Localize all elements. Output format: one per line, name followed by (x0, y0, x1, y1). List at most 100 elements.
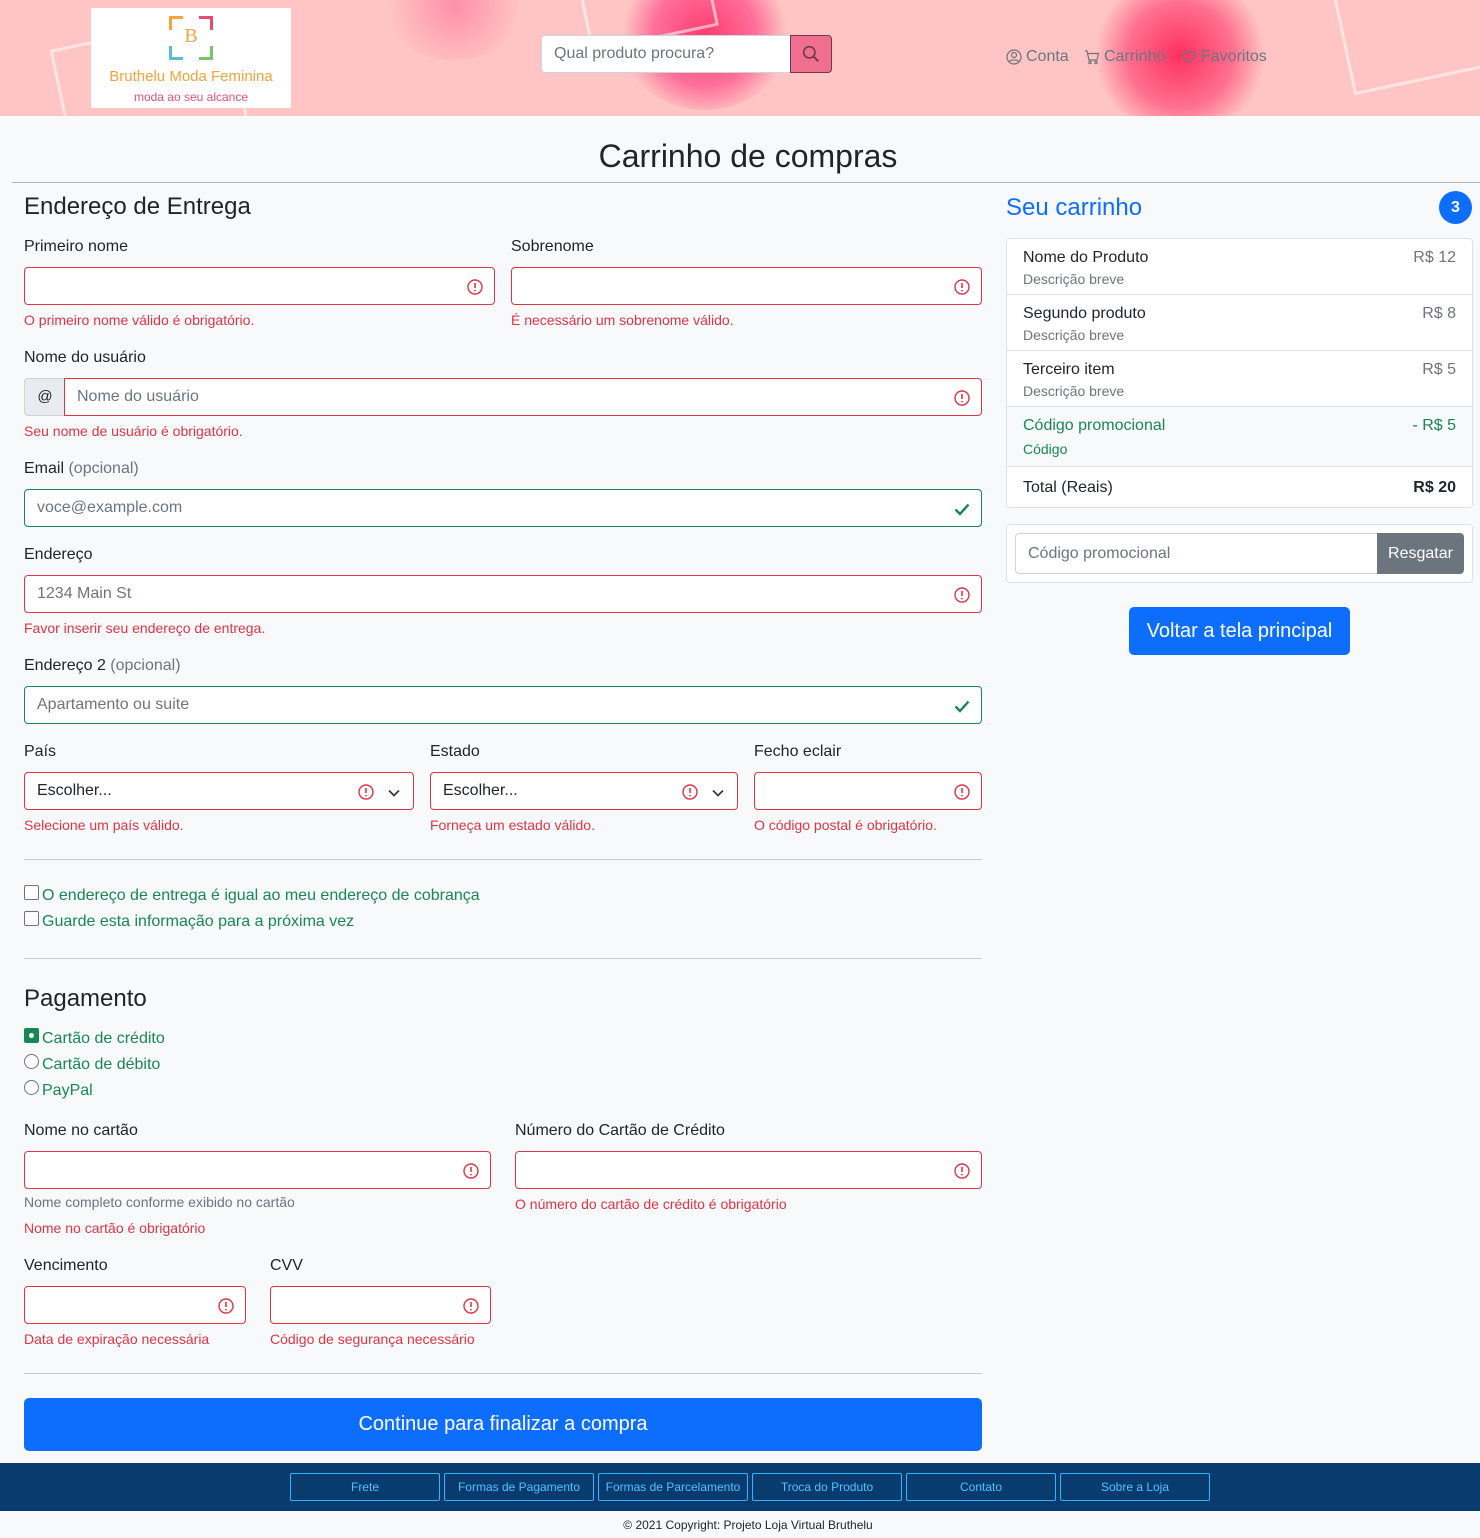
footer: Frete Formas de Pagamento Formas de Parc… (0, 1463, 1480, 1511)
card-number-label: Número do Cartão de Crédito (515, 1122, 725, 1139)
cart-item-price: R$ 12 (1413, 249, 1456, 266)
error-icon (682, 784, 698, 800)
footer-link-payment[interactable]: Formas de Pagamento (444, 1473, 594, 1501)
address-error: Favor inserir seu endereço de entrega. (24, 620, 266, 636)
footer-link-shipping[interactable]: Frete (290, 1473, 440, 1501)
error-icon (954, 390, 970, 406)
radio-button[interactable] (24, 1080, 39, 1095)
redeem-button[interactable]: Resgatar (1377, 533, 1464, 574)
back-home-button[interactable]: Voltar a tela principal (1129, 607, 1350, 655)
card-number-error: O número do cartão de crédito é obrigató… (515, 1196, 787, 1212)
first-name-field[interactable] (24, 267, 495, 305)
username-label: Nome do usuário (24, 349, 146, 366)
first-name-error: O primeiro nome válido é obrigatório. (24, 312, 255, 328)
header-frame-decoration (1329, 0, 1480, 96)
promo-code-input[interactable] (1015, 533, 1378, 574)
cart-list: Nome do Produto Descrição breve R$ 12 Se… (1006, 238, 1473, 508)
address2-label: Endereço 2 (opcional) (24, 657, 181, 675)
error-icon (954, 1163, 970, 1179)
zip-error: O código postal é obrigatório. (754, 817, 937, 833)
nav-account-label: Conta (1026, 48, 1069, 65)
cart-promo-name: Código promocional (1023, 417, 1166, 434)
expiry-label: Vencimento (24, 1257, 108, 1274)
card-number-field[interactable] (515, 1151, 982, 1189)
radio-button[interactable] (24, 1028, 39, 1043)
radio-button[interactable] (24, 1054, 39, 1069)
search-bar (541, 35, 832, 73)
cart-item-desc: Descrição breve (1023, 327, 1125, 343)
nav-cart[interactable]: Carrinho (1084, 48, 1165, 66)
page-title: Carrinho de compras (598, 138, 898, 174)
checkbox-box[interactable] (24, 885, 39, 900)
payment-method-label: Cartão de débito (42, 1056, 161, 1073)
cart-icon (1085, 50, 1100, 65)
cvv-field[interactable] (270, 1286, 491, 1324)
cart-item: Terceiro item Descrição breve R$ 5 (1007, 351, 1472, 407)
payment-heading: Pagamento (24, 985, 147, 1012)
same-address-checkbox[interactable]: O endereço de entrega é igual ao meu end… (24, 885, 480, 905)
payment-method-credit[interactable]: Cartão de crédito (24, 1028, 165, 1048)
error-icon (954, 587, 970, 603)
zip-label: Fecho eclair (754, 743, 842, 760)
first-name-label: Primeiro nome (24, 238, 129, 255)
email-field[interactable]: voce@example.com (24, 489, 982, 527)
store-logo[interactable]: B Bruthelu Moda Feminina moda ao seu alc… (91, 8, 291, 108)
promo-code-form: Resgatar (1006, 524, 1473, 583)
username-field[interactable]: Nome do usuário (64, 378, 982, 416)
cart-item-price: R$ 8 (1422, 305, 1456, 322)
payment-method-debit[interactable]: Cartão de débito (24, 1054, 160, 1074)
cart-item-name: Segundo produto (1023, 305, 1146, 322)
header-splash (380, 0, 530, 60)
country-select[interactable]: Escolher... (24, 772, 414, 810)
address2-label-text: Endereço 2 (24, 657, 106, 674)
state-select[interactable]: Escolher... (430, 772, 738, 810)
nav-favorites-label: Favoritos (1201, 48, 1267, 65)
cart-promo-discount: - R$ 5 (1412, 417, 1456, 434)
search-input[interactable] (541, 35, 791, 73)
chevron-down-icon (712, 789, 724, 797)
cart-total-label: Total (Reais) (1023, 479, 1113, 496)
cart-total-value: R$ 20 (1413, 479, 1456, 496)
chevron-down-icon (388, 789, 400, 797)
copyright: © 2021 Copyright: Projeto Loja Virtual B… (623, 1518, 873, 1532)
zip-field[interactable] (754, 772, 982, 810)
error-icon (358, 784, 374, 800)
address2-field[interactable]: Apartamento ou suite (24, 686, 982, 724)
last-name-field[interactable] (511, 267, 982, 305)
check-icon (954, 700, 970, 713)
divider (24, 859, 982, 860)
cart-promo-code: Código (1023, 441, 1068, 457)
nav-favorites[interactable]: Favoritos (1181, 48, 1267, 66)
footer-link-exchange[interactable]: Troca do Produto (752, 1473, 902, 1501)
country-error: Selecione um país válido. (24, 817, 184, 833)
card-name-field[interactable] (24, 1151, 491, 1189)
expiry-field[interactable] (24, 1286, 246, 1324)
checkout-button[interactable]: Continue para finalizar a compra (24, 1398, 982, 1451)
footer-link-installments[interactable]: Formas de Parcelamento (598, 1473, 748, 1501)
search-button[interactable] (790, 35, 832, 73)
error-icon (467, 279, 483, 295)
payment-method-paypal[interactable]: PayPal (24, 1080, 93, 1100)
nav-cart-label: Carrinho (1104, 48, 1166, 65)
last-name-error: É necessário um sobrenome válido. (511, 312, 734, 328)
error-icon (954, 279, 970, 295)
search-icon (802, 45, 819, 62)
footer-link-about[interactable]: Sobre a Loja (1060, 1473, 1210, 1501)
state-label: Estado (430, 743, 480, 760)
card-name-hint: Nome completo conforme exibido no cartão (24, 1194, 295, 1210)
nav-account[interactable]: Conta (1006, 48, 1069, 66)
cart-total-row: Total (Reais) R$ 20 (1007, 467, 1472, 507)
footer-link-contact[interactable]: Contato (906, 1473, 1056, 1501)
address-field[interactable]: 1234 Main St (24, 575, 982, 613)
same-address-label: O endereço de entrega é igual ao meu end… (42, 887, 480, 904)
cart-promo-row: Código promocional Código - R$ 5 (1007, 407, 1472, 467)
title-divider (12, 182, 1480, 183)
cart-count-badge: 3 (1439, 191, 1472, 224)
cart-title: Seu carrinho (1006, 194, 1143, 221)
checkbox-box[interactable] (24, 911, 39, 926)
save-info-checkbox[interactable]: Guarde esta informação para a próxima ve… (24, 911, 354, 931)
error-icon (463, 1163, 479, 1179)
cart-item: Segundo produto Descrição breve R$ 8 (1007, 295, 1472, 351)
logo-subtitle: moda ao seu alcance (133, 90, 249, 104)
cart-item-name: Nome do Produto (1023, 249, 1149, 266)
